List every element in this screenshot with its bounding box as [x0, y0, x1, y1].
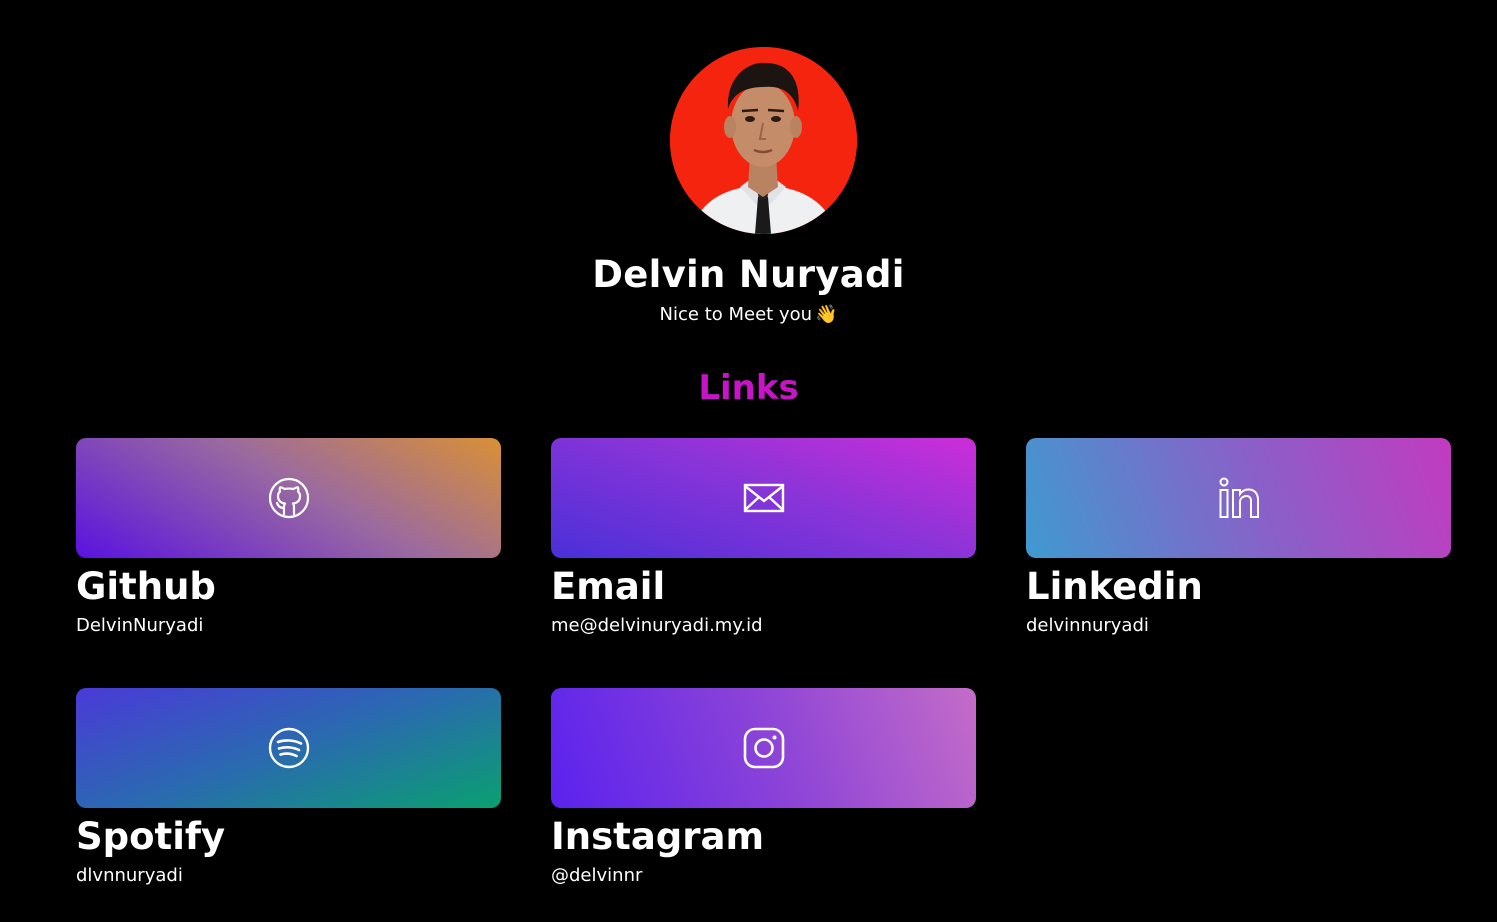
link-title: Linkedin: [1026, 565, 1203, 608]
github-link-button[interactable]: [76, 438, 501, 558]
link-card-email: Email me@delvinuryadi.my.id: [551, 438, 976, 638]
link-card-spotify: Spotify dlvnnuryadi: [76, 688, 501, 888]
profile-greeting: Nice to Meet you 👋: [0, 304, 1497, 325]
profile-name: Delvin Nuryadi: [592, 253, 905, 296]
email-link-button[interactable]: [551, 438, 976, 558]
spotify-icon: [268, 727, 309, 769]
linkedin-link-button[interactable]: [1026, 438, 1451, 558]
link-handle: dlvnnuryadi: [76, 865, 183, 886]
greeting-text: Nice to Meet you: [659, 304, 813, 325]
profile-page: Delvin Nuryadi Nice to Meet you 👋 Links G…: [0, 0, 1497, 922]
avatar: [670, 47, 857, 234]
link-handle: DelvinNuryadi: [76, 615, 204, 636]
link-title: Github: [76, 565, 216, 608]
link-card-linkedin: Linkedin delvinnuryadi: [1026, 438, 1451, 638]
instagram-link-button[interactable]: [551, 688, 976, 808]
link-card-github: Github DelvinNuryadi: [76, 438, 501, 638]
waving-hand-emoji: 👋: [815, 304, 838, 325]
instagram-icon: [743, 727, 784, 769]
link-card-instagram: Instagram @delvinnr: [551, 688, 976, 888]
linkedin-icon: [1219, 477, 1259, 518]
link-title: Instagram: [551, 815, 765, 858]
github-icon: [268, 477, 309, 519]
link-title: Spotify: [76, 815, 226, 858]
mail-icon: [743, 483, 784, 513]
link-title: Email: [551, 565, 666, 608]
link-handle: me@delvinuryadi.my.id: [551, 615, 763, 636]
spotify-link-button[interactable]: [76, 688, 501, 808]
link-handle: delvinnuryadi: [1026, 615, 1149, 636]
links-heading: Links: [698, 368, 799, 408]
profile-photo: [670, 47, 857, 234]
link-handle: @delvinnr: [551, 865, 643, 886]
